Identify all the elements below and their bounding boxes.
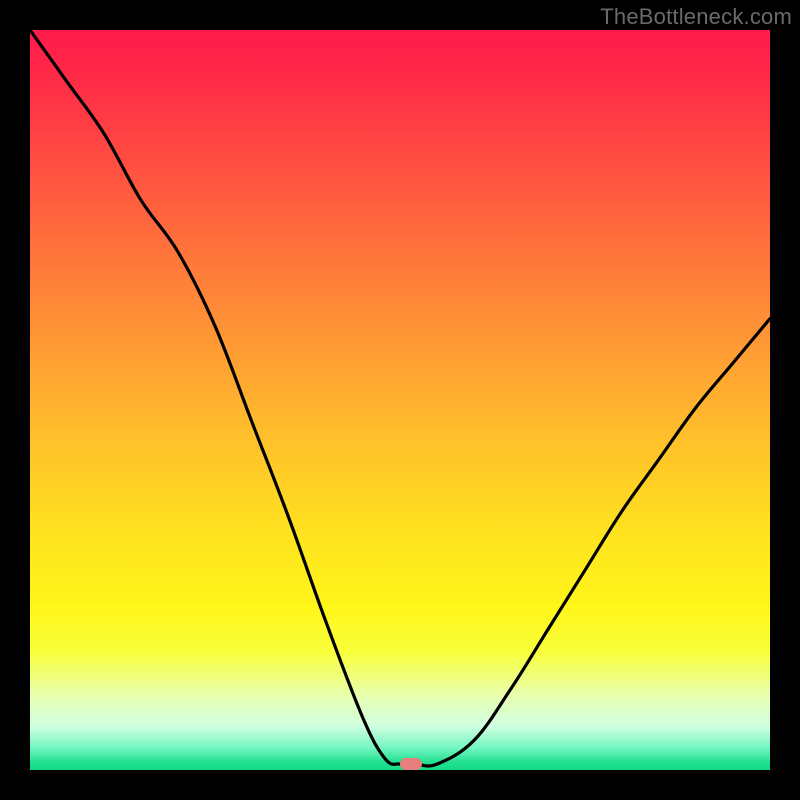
chart-frame: TheBottleneck.com <box>0 0 800 800</box>
optimal-marker <box>400 758 422 770</box>
plot-area <box>30 30 770 770</box>
bottleneck-curve <box>30 30 770 770</box>
watermark-text: TheBottleneck.com <box>600 4 792 30</box>
